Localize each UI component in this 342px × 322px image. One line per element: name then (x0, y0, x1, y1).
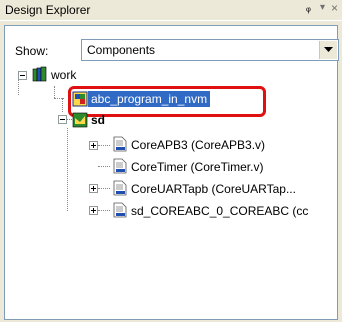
collapse-toggle[interactable] (58, 115, 67, 124)
tree-line (98, 166, 110, 167)
panel-menu-icon[interactable]: ▾ (320, 2, 325, 13)
tree-line (54, 86, 55, 98)
tree-line (62, 98, 63, 112)
smartdesign-icon (72, 112, 88, 128)
expand-toggle[interactable] (89, 141, 98, 150)
program-icon (72, 91, 88, 107)
tree-item-coreapb3[interactable]: CoreAPB3 (CoreAPB3.v) (131, 137, 265, 153)
window-title: Design Explorer (5, 3, 91, 17)
tree-line (98, 210, 110, 211)
tree-item-coreuartapb[interactable]: CoreUARTapb (CoreUARTap... (131, 181, 296, 197)
expand-toggle[interactable] (89, 206, 98, 215)
design-explorer-panel: Show: Components work abc_program_in_nvm… (4, 25, 339, 321)
tree-item-sd-coreabc[interactable]: sd_COREABC_0_COREABC (cc (131, 203, 308, 219)
pin-icon[interactable]: ᵩ (306, 2, 311, 14)
expand-toggle[interactable] (89, 184, 98, 193)
tree-item-work[interactable]: work (51, 67, 76, 83)
tree-line (18, 79, 19, 95)
tree-line (98, 145, 110, 146)
tree-line (98, 188, 110, 189)
hdl-file-icon (113, 136, 127, 152)
tree-item-sd[interactable]: sd (91, 112, 105, 128)
collapse-toggle[interactable] (18, 71, 27, 80)
tree-item-coretimer[interactable]: CoreTimer (CoreTimer.v) (131, 159, 263, 175)
hdl-file-icon (113, 202, 127, 218)
tree-line (67, 128, 68, 211)
close-icon[interactable]: × (331, 1, 338, 15)
hdl-file-icon (113, 180, 127, 196)
hdl-file-icon (113, 158, 127, 174)
title-bar: Design Explorer ᵩ ▾ × (0, 0, 342, 21)
library-books-icon (32, 66, 47, 82)
design-tree: work abc_program_in_nvm sd CoreAPB3 (Cor… (5, 26, 339, 321)
tree-item-abc-program-in-nvm[interactable]: abc_program_in_nvm (88, 91, 211, 107)
